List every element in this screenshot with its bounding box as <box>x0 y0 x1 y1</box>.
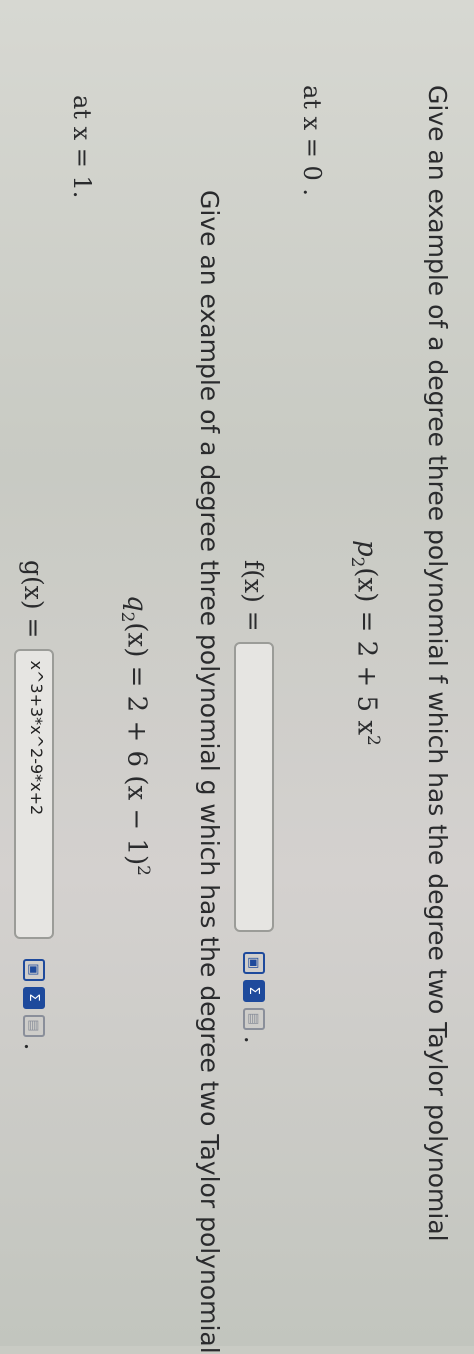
problem2-answer-label: g(x) = <box>19 560 49 639</box>
preview-icon[interactable]: ▤ <box>243 1007 265 1030</box>
problem2-tool-icons: ▣ Σ ▤ . <box>20 958 49 1050</box>
problem2-answer-row: g(x) = x^3+3*x^2-9*x+2 ▣ Σ ▤ . <box>14 560 54 1050</box>
problem2-at-text: at x = 1. <box>68 95 96 199</box>
preview-icon[interactable]: ▤ <box>23 1014 45 1037</box>
image-icon[interactable]: ▣ <box>243 951 265 974</box>
problem1-prompt: Give an example of a degree three polyno… <box>423 85 452 1242</box>
problem1-taylor-equation: p2(x) = 2 + 5 x2 <box>348 540 384 746</box>
stage: Give an example of a degree three polyno… <box>0 0 474 1354</box>
image-icon[interactable]: ▣ <box>23 958 45 981</box>
sigma-icon[interactable]: Σ <box>23 986 45 1009</box>
problem1-answer-label: f(x) = <box>239 560 269 632</box>
problem1-answer-row: f(x) = ▣ Σ ▤ . <box>234 560 274 1044</box>
problem1-answer-input[interactable] <box>234 641 274 932</box>
problem2-answer-input[interactable]: x^3+3*x^2-9*x+2 <box>14 648 54 939</box>
problem1-tool-icons: ▣ Σ ▤ . <box>240 951 269 1044</box>
problem2-prompt: Give an example of a degree three polyno… <box>195 190 224 1354</box>
sigma-icon[interactable]: Σ <box>243 979 265 1002</box>
problem2-taylor-equation: q2(x) = 2 + 6 (x − 1)2 <box>118 595 154 876</box>
problem1-at-text: at x = 0 . <box>298 85 326 197</box>
